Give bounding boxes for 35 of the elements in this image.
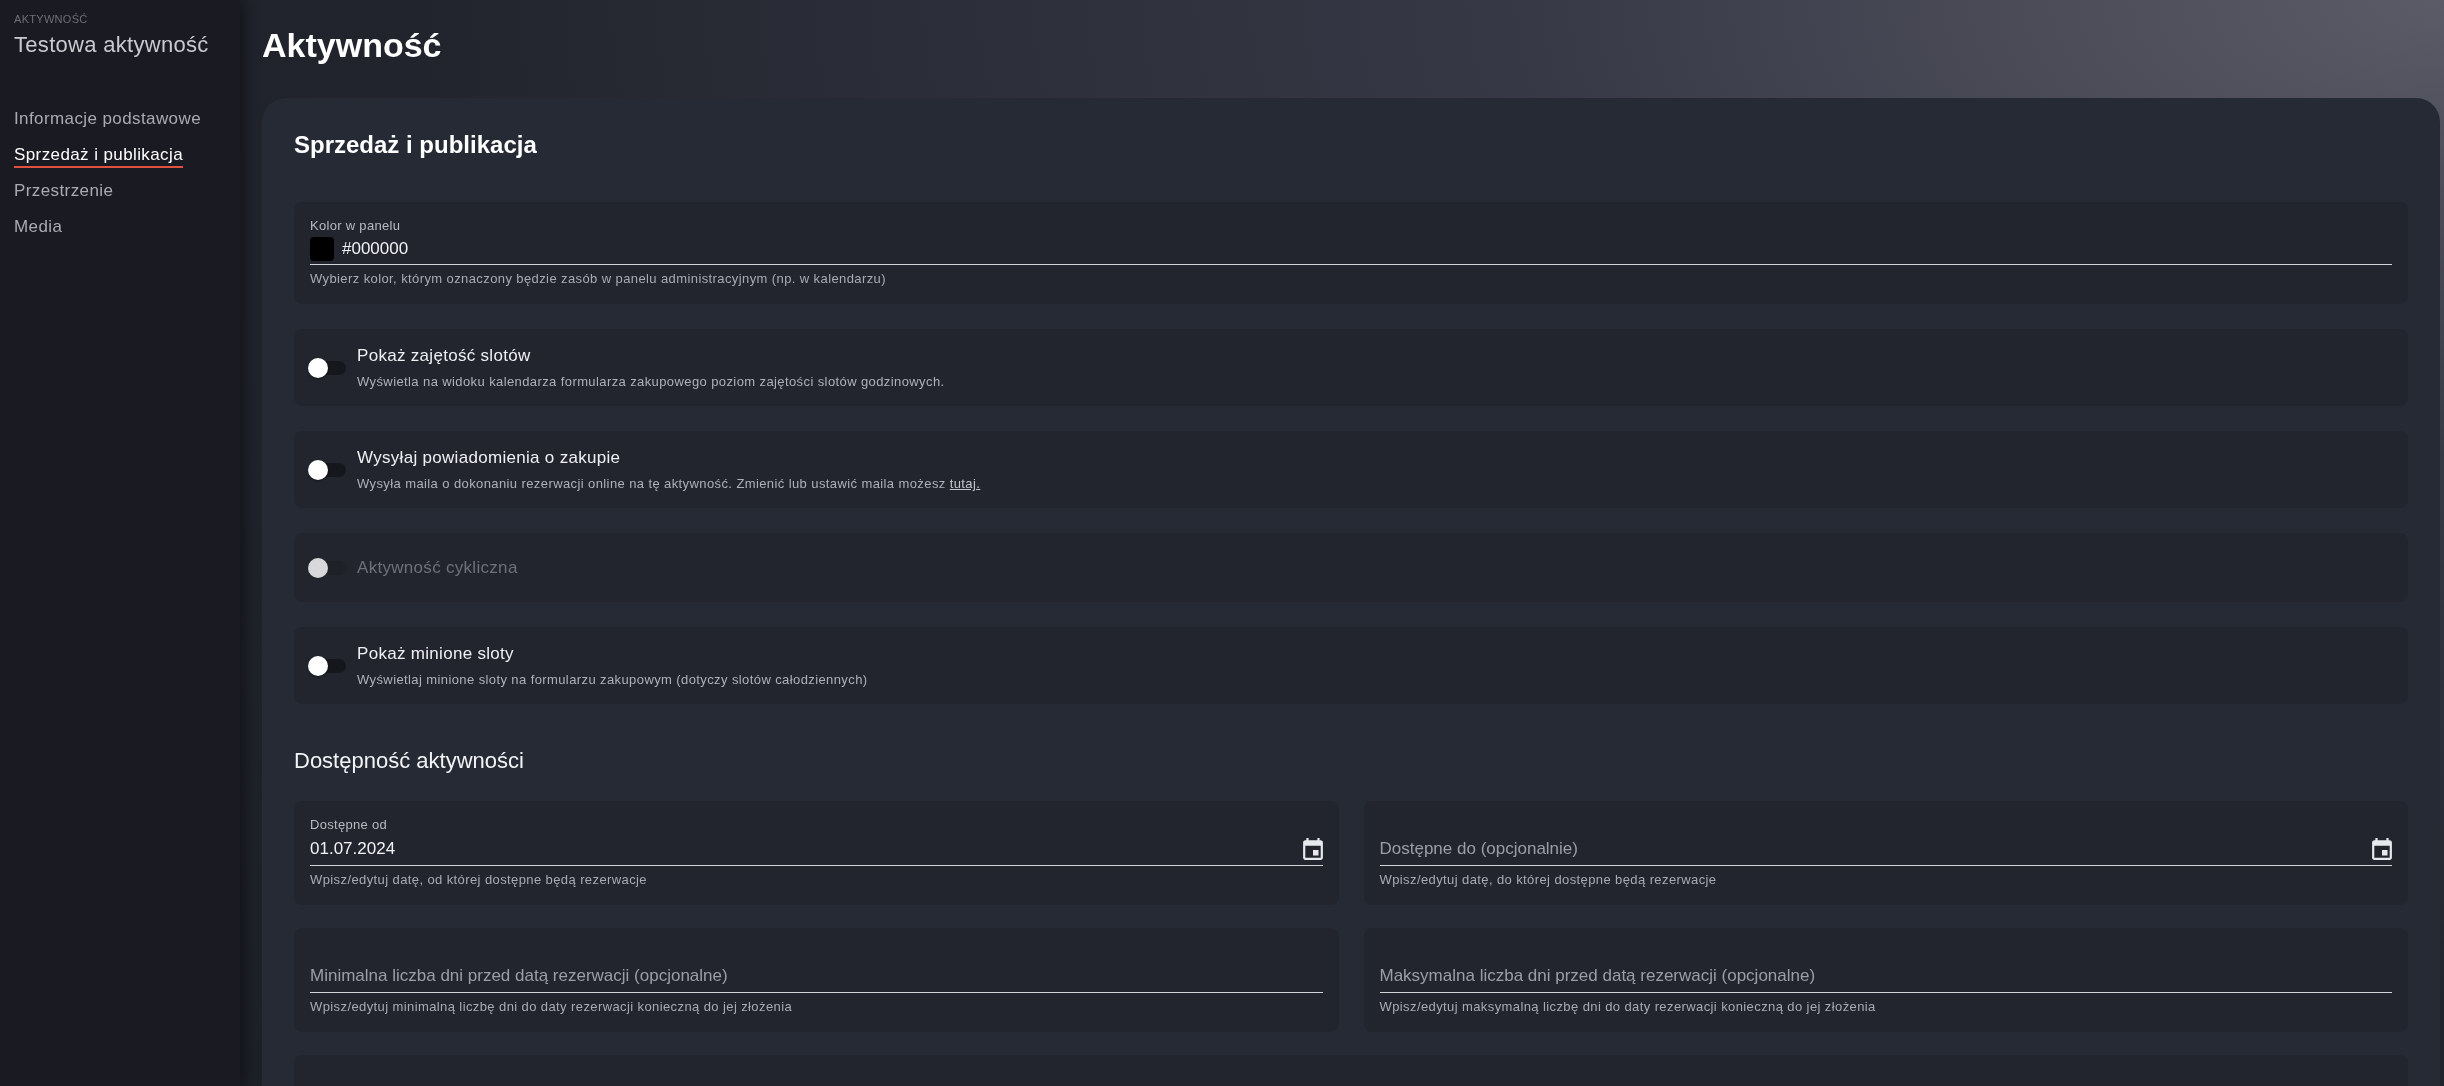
section-title: Dostępność aktywności	[294, 747, 524, 775]
helper-text: Wpisz/edytuj maksymalną liczbę dni do daty rezerwacji konieczną do jej złożenia	[1379, 999, 1876, 1015]
card-title: Sprzedaż i publikacja	[294, 130, 537, 160]
sidebar-eyebrow: AKTYWNOŚĆ	[14, 12, 88, 26]
toggle-switch[interactable]	[308, 357, 346, 378]
helper-text: Wpisz/edytuj datę, od której dostępne będą rezerwacje	[310, 872, 647, 888]
sidebar-item[interactable]: Informacje podstawowe	[14, 107, 201, 131]
setting-title: Pokaż zajętość slotów	[357, 345, 531, 367]
setting-description: Wyświetlaj minione sloty na formularzu zakupowym (dotyczy slotów całodziennych)	[357, 671, 868, 689]
field-label: Kolor w panelu	[310, 218, 401, 234]
number-field[interactable]: Minimalna liczba dni przed datą rezerwacji (opcjonalne)	[310, 963, 1323, 989]
helper-text: Wybierz kolor, którym oznaczony będzie zasób w panelu administracyjnym (np. w kalendarzu)	[310, 271, 886, 287]
calendar-icon[interactable]	[1302, 838, 1323, 860]
number-field[interactable]: Maksymalna liczba dni przed datą rezerwacji (opcjonalne)	[1379, 963, 2392, 989]
calendar-icon[interactable]	[2372, 838, 2392, 860]
setting-description: Wyświetla na widoku kalendarza formularza zakupowego poziom zajętości slotów godzinowych.	[357, 373, 945, 391]
setting-title: Wysyłaj powiadomienia o zakupie	[357, 447, 621, 469]
sidebar-title: Testowa aktywność	[14, 31, 209, 59]
toggle-switch[interactable]	[308, 459, 346, 480]
sidebar-item[interactable]: Sprzedaż i publikacja	[14, 143, 184, 167]
setting-title: Aktywność cykliczna	[357, 556, 518, 579]
setting-description: Wysyła maila o dokonaniu rezerwacji online na tę aktywność. Zmienić lub ustawić maila możesz tutaj.	[357, 475, 981, 493]
color-swatch-icon[interactable]	[310, 237, 334, 261]
helper-text: Wpisz/edytuj datę, do której dostępne będą rezerwacje	[1379, 872, 1717, 888]
date-field[interactable]: 01.07.2024	[310, 836, 1293, 862]
inline-link[interactable]: tutaj.	[949, 476, 981, 491]
helper-text: Wpisz/edytuj minimalną liczbę dni do daty rezerwacji konieczną do jej złożenia	[310, 999, 793, 1015]
color-field[interactable]: #000000	[342, 236, 2392, 262]
toggle-switch[interactable]	[308, 655, 346, 676]
setting-title: Pokaż minione sloty	[357, 643, 514, 665]
page-title: Aktywność	[262, 25, 442, 66]
sidebar-item[interactable]: Przestrzenie	[14, 179, 114, 203]
sidebar-item[interactable]: Media	[14, 215, 63, 239]
field-label: Dostępne od	[310, 817, 388, 833]
date-field[interactable]: Dostępne do (opcjonalnie)	[1379, 836, 2362, 862]
